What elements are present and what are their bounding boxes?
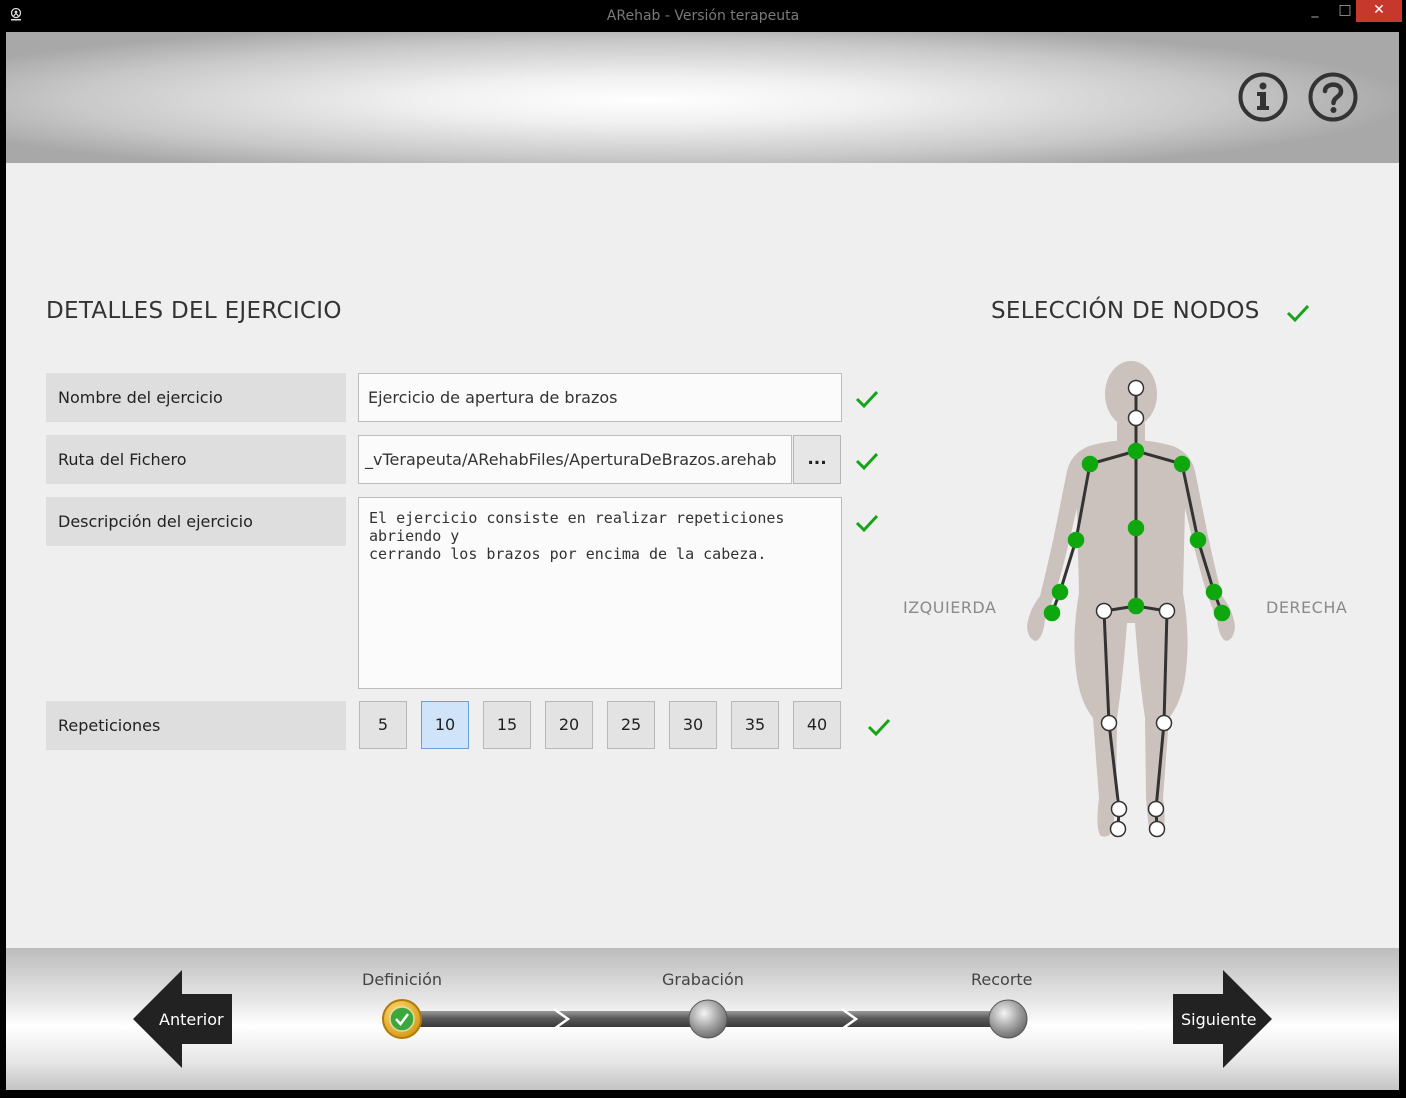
step-definition-node[interactable] — [382, 999, 422, 1039]
description-textarea[interactable]: El ejercicio consiste en realizar repeti… — [358, 497, 842, 689]
body-skeleton-diagram — [1027, 361, 1235, 838]
main-content: DETALLES DEL EJERCICIO Nombre del ejerci… — [6, 163, 1399, 948]
joint-neck[interactable] — [1127, 409, 1145, 427]
title-bar: ARehab - Versión terapeuta _ □ ✕ — [0, 0, 1406, 32]
description-valid-check-icon — [855, 514, 879, 533]
description-label: Descripción del ejercicio — [46, 497, 346, 546]
exercise-name-valid-check-icon — [855, 390, 879, 409]
joint-ankle-left[interactable] — [1110, 800, 1128, 818]
joint-hand-right[interactable] — [1213, 604, 1231, 622]
joint-hand-left[interactable] — [1043, 604, 1061, 622]
repetitions-option-35[interactable]: 35 — [731, 701, 779, 749]
info-icon — [1238, 72, 1288, 122]
repetitions-label: Repeticiones — [46, 701, 346, 750]
repetitions-option-15[interactable]: 15 — [483, 701, 531, 749]
step-recording-node[interactable] — [688, 999, 728, 1039]
details-title: DETALLES DEL EJERCICIO — [46, 298, 342, 324]
joint-foot-left[interactable] — [1109, 820, 1127, 838]
step-trim-node[interactable] — [988, 999, 1028, 1039]
repetitions-option-20[interactable]: 20 — [545, 701, 593, 749]
step-recording-label: Grabación — [662, 970, 744, 989]
help-icon — [1308, 72, 1358, 122]
repetitions-option-30[interactable]: 30 — [669, 701, 717, 749]
wizard-progress-bar — [382, 999, 1028, 1039]
step-definition-label: Definición — [362, 970, 442, 989]
joint-foot-right[interactable] — [1148, 820, 1166, 838]
repetitions-valid-check-icon — [867, 718, 891, 737]
joint-wrist-left[interactable] — [1051, 583, 1069, 601]
joint-elbow-left[interactable] — [1067, 531, 1085, 549]
next-button[interactable]: Siguiente — [1173, 970, 1273, 1068]
next-label: Siguiente — [1181, 1010, 1257, 1029]
joint-wrist-right[interactable] — [1205, 583, 1223, 601]
joint-knee-left[interactable] — [1100, 714, 1118, 732]
file-path-valid-check-icon — [855, 452, 879, 471]
close-button[interactable]: ✕ — [1356, 0, 1402, 22]
step-trim-label: Recorte — [971, 970, 1033, 989]
joint-hip-right[interactable] — [1158, 602, 1176, 620]
joint-spine-mid[interactable] — [1127, 519, 1145, 537]
joint-spine-shoulder[interactable] — [1127, 442, 1145, 460]
wizard-footer: Anterior Definición Grabación Recorte Si… — [6, 948, 1399, 1090]
joint-spine-base[interactable] — [1127, 597, 1145, 615]
help-button[interactable] — [1308, 72, 1358, 122]
repetitions-option-25[interactable]: 25 — [607, 701, 655, 749]
browse-file-button[interactable]: ... — [793, 435, 841, 484]
exercise-name-input[interactable]: Ejercicio de apertura de brazos — [358, 373, 842, 422]
window-title: ARehab - Versión terapeuta — [606, 8, 800, 24]
node-selection-title: SELECCIÓN DE NODOS — [991, 298, 1260, 324]
joint-knee-right[interactable] — [1155, 714, 1173, 732]
file-path-label: Ruta del Fichero — [46, 435, 346, 484]
left-side-label: IZQUIERDA — [903, 598, 997, 617]
joint-hip-left[interactable] — [1095, 602, 1113, 620]
repetitions-option-5[interactable]: 5 — [359, 701, 407, 749]
repetitions-option-10[interactable]: 10 — [421, 701, 469, 749]
joint-head[interactable] — [1127, 379, 1145, 397]
exercise-name-label: Nombre del ejercicio — [46, 373, 346, 422]
maximize-button[interactable]: □ — [1333, 0, 1357, 22]
joint-ankle-right[interactable] — [1147, 800, 1165, 818]
repetitions-option-40[interactable]: 40 — [793, 701, 841, 749]
header-bar — [6, 32, 1399, 163]
right-side-label: DERECHA — [1266, 598, 1348, 617]
previous-button[interactable]: Anterior — [133, 970, 233, 1068]
node-selection-valid-check-icon — [1286, 304, 1310, 323]
minimize-button[interactable]: _ — [1303, 0, 1327, 22]
joint-shoulder-right[interactable] — [1173, 455, 1191, 473]
previous-label: Anterior — [159, 1010, 224, 1029]
file-path-input[interactable]: _vTerapeuta/ARehabFiles/AperturaDeBrazos… — [358, 435, 792, 484]
joint-shoulder-left[interactable] — [1081, 455, 1099, 473]
joint-elbow-right[interactable] — [1189, 531, 1207, 549]
info-button[interactable] — [1238, 72, 1288, 122]
